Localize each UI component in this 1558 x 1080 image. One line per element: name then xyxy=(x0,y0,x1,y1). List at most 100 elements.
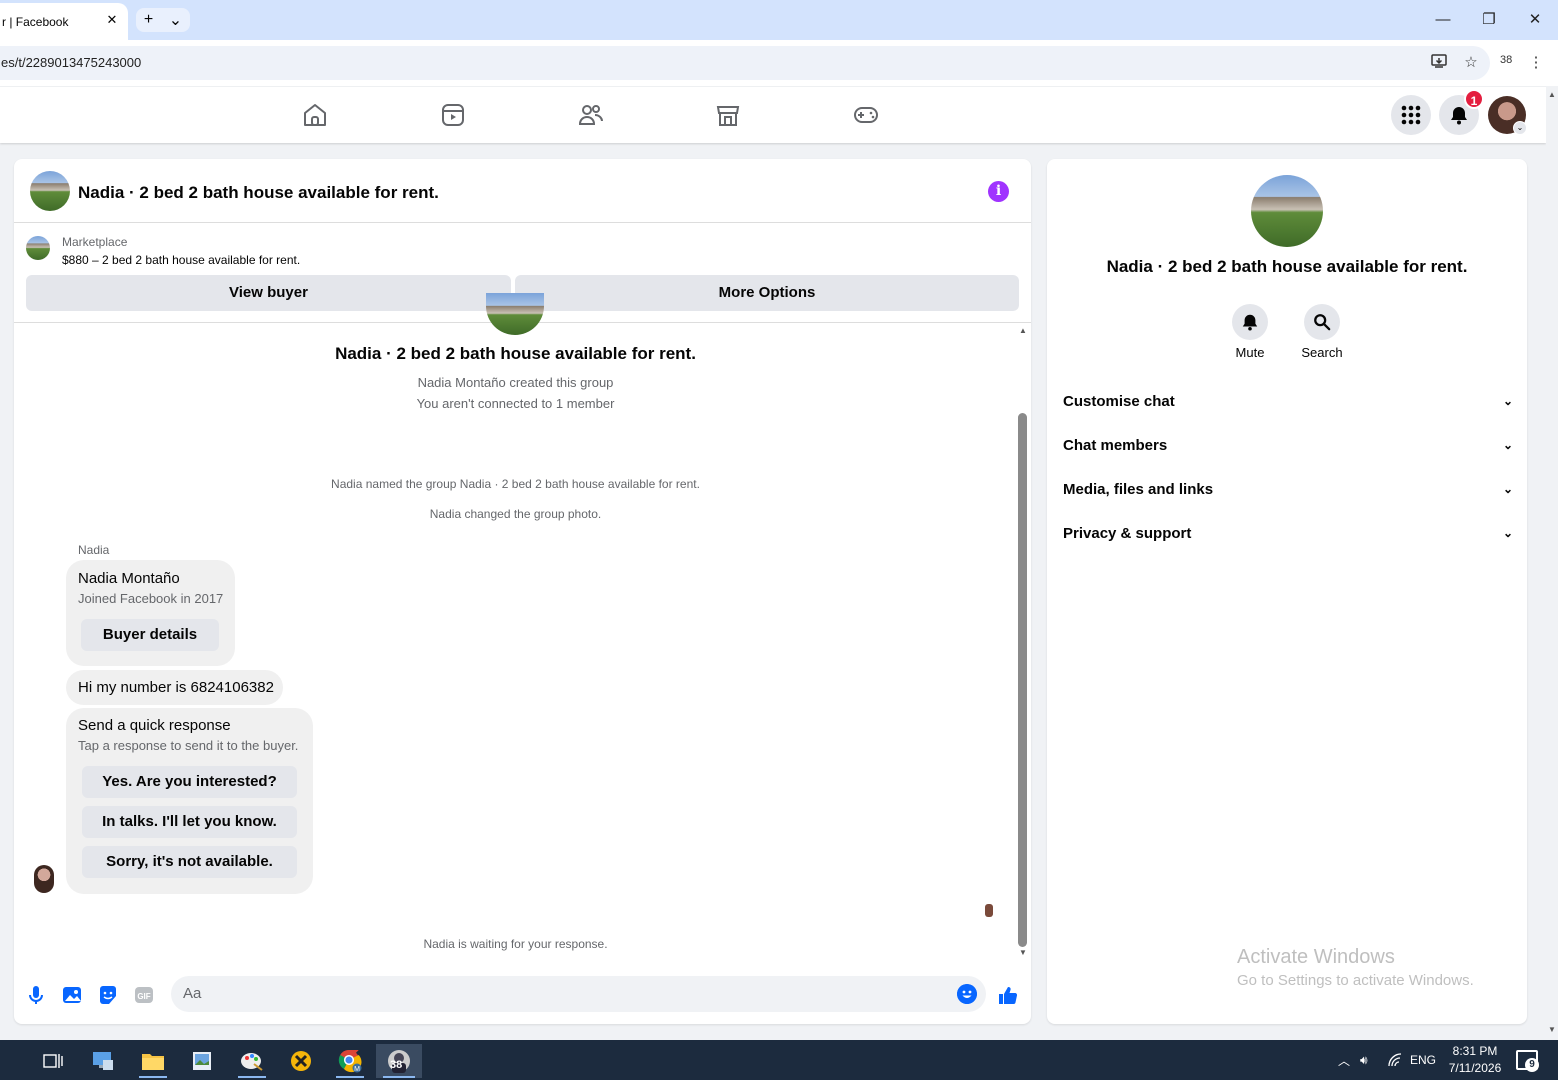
listing-thumbnail[interactable] xyxy=(26,236,50,260)
chat-details-panel: Nadia · 2 bed 2 bath house available for… xyxy=(1047,159,1527,1024)
new-tab-group: + ⌄ xyxy=(136,8,190,32)
clock-date: 7/11/2026 xyxy=(1448,1061,1502,1075)
gif-icon[interactable]: GIF xyxy=(133,984,155,1006)
friends-icon[interactable] xyxy=(577,101,605,129)
waiting-text: Nadia is waiting for your response. xyxy=(423,937,608,951)
bell-icon xyxy=(1451,107,1467,125)
chat-header: Nadia · 2 bed 2 bath house available for… xyxy=(14,159,1031,223)
tray-chevron-icon[interactable]: ︿ xyxy=(1338,1040,1350,1080)
install-app-icon[interactable] xyxy=(1428,52,1450,74)
language-indicator[interactable]: ENG xyxy=(1410,1040,1436,1080)
active-indicator xyxy=(238,1076,266,1078)
chrome-m-icon[interactable]: M xyxy=(330,1044,370,1078)
chevron-down-icon: ⌄ xyxy=(1502,394,1513,408)
chat-members-row[interactable]: Chat members ⌄ xyxy=(1063,427,1513,463)
like-icon[interactable] xyxy=(997,984,1019,1006)
quick-response-yes[interactable]: Yes. Are you interested? xyxy=(82,766,297,798)
tab-search-icon[interactable]: ⌄ xyxy=(169,10,182,30)
media-files-row[interactable]: Media, files and links ⌄ xyxy=(1063,471,1513,507)
clock[interactable]: 8:31 PM 7/11/2026 xyxy=(1440,1043,1510,1077)
chevron-down-icon: ⌄ xyxy=(1502,526,1513,540)
account-caret-icon[interactable]: ⌄ xyxy=(1513,121,1527,135)
menu-grid-button[interactable] xyxy=(1391,95,1431,135)
message-bubble[interactable]: Hi my number is 6824106382 xyxy=(66,670,283,705)
named-group-text: Nadia named the group Nadia · 2 bed 2 ba… xyxy=(331,477,700,491)
marketplace-label: Marketplace xyxy=(62,235,128,249)
chrome-window-count: 38 xyxy=(390,1059,403,1071)
mute-label: Mute xyxy=(1235,345,1265,360)
new-tab-button[interactable]: + xyxy=(144,11,153,29)
sticker-icon[interactable] xyxy=(97,984,119,1006)
browser-tab[interactable]: r | Facebook ✕ xyxy=(0,3,128,40)
emoji-icon[interactable] xyxy=(957,984,977,1004)
x-app-icon[interactable] xyxy=(281,1044,321,1078)
video-icon[interactable] xyxy=(439,101,467,129)
network-icon[interactable] xyxy=(1387,1040,1403,1080)
microphone-icon[interactable] xyxy=(25,984,47,1006)
quick-response-title: Send a quick response xyxy=(78,717,231,734)
photo-icon[interactable] xyxy=(61,984,83,1006)
search-button[interactable] xyxy=(1304,304,1340,340)
sender-name: Nadia xyxy=(78,543,110,557)
minimize-button[interactable]: — xyxy=(1431,8,1455,32)
browser-menu-icon[interactable]: ⋮ xyxy=(1525,52,1547,74)
listing-summary[interactable]: $880 – 2 bed 2 bath house available for … xyxy=(62,253,300,267)
quick-response-subtitle: Tap a response to send it to the buyer. xyxy=(78,738,299,753)
restore-button[interactable]: ❐ xyxy=(1477,8,1501,32)
extensions-count[interactable]: 38 xyxy=(1500,54,1512,66)
scroll-up-arrow-icon[interactable]: ▲ xyxy=(1548,90,1556,99)
close-window-button[interactable]: ✕ xyxy=(1523,8,1547,32)
page-scrollbar[interactable]: ▲ ▼ xyxy=(1546,87,1558,1040)
mute-button[interactable] xyxy=(1232,304,1268,340)
quick-response-not-available[interactable]: Sorry, it's not available. xyxy=(82,846,297,878)
chat-scroll-up-icon[interactable]: ▲ xyxy=(1019,326,1027,335)
details-group-avatar[interactable] xyxy=(1251,175,1323,247)
chevron-down-icon: ⌄ xyxy=(1502,482,1513,496)
search-label: Search xyxy=(1301,345,1343,360)
file-explorer-icon[interactable] xyxy=(133,1044,173,1078)
image-viewer-icon[interactable] xyxy=(182,1044,222,1078)
tab-title: r | Facebook xyxy=(2,14,69,29)
chat-members-label: Chat members xyxy=(1063,436,1168,454)
windows-taskbar: M 38 ︿ 🔊︎ ENG 8:31 PM 7/11/2026 xyxy=(0,1040,1558,1080)
url-field[interactable]: es/t/2289013475243000 xyxy=(0,46,1490,80)
grid-icon xyxy=(1401,105,1421,125)
details-title: Nadia · 2 bed 2 bath house available for… xyxy=(1106,257,1468,276)
scroll-down-arrow-icon[interactable]: ▼ xyxy=(1548,1025,1556,1034)
created-by-text: Nadia Montaño created this group xyxy=(417,375,614,390)
computer-app-icon[interactable] xyxy=(83,1044,123,1078)
privacy-support-label: Privacy & support xyxy=(1063,524,1192,542)
changed-photo-text: Nadia changed the group photo. xyxy=(429,507,602,521)
seen-indicator-avatar xyxy=(985,904,993,917)
customise-chat-row[interactable]: Customise chat ⌄ xyxy=(1063,383,1513,419)
chat-scroll-down-icon[interactable]: ▼ xyxy=(1019,948,1027,957)
svg-text:GIF: GIF xyxy=(137,992,150,1001)
paint-app-icon[interactable] xyxy=(232,1044,272,1078)
chat-scrollbar[interactable]: ▲ ▼ xyxy=(1015,323,1031,959)
customise-chat-label: Customise chat xyxy=(1063,392,1175,410)
chat-title[interactable]: Nadia · 2 bed 2 bath house available for… xyxy=(78,183,439,203)
sender-avatar[interactable] xyxy=(34,865,54,893)
info-icon[interactable]: i xyxy=(988,181,1009,202)
facebook-header xyxy=(0,87,1546,143)
task-view-icon[interactable] xyxy=(33,1044,73,1078)
profile-card: Nadia Montaño Joined Facebook in 2017 Bu… xyxy=(66,560,235,666)
activate-windows-subtitle: Go to Settings to activate Windows. xyxy=(1237,972,1474,989)
quick-response-in-talks[interactable]: In talks. I'll let you know. xyxy=(82,806,297,838)
tab-close-icon[interactable]: ✕ xyxy=(104,12,120,28)
chat-scroll-thumb[interactable] xyxy=(1018,413,1027,947)
chrome-active-icon[interactable]: 38 xyxy=(376,1044,422,1078)
view-buyer-button[interactable]: View buyer xyxy=(26,275,511,311)
group-avatar[interactable] xyxy=(30,171,70,211)
quick-response-card: Send a quick response Tap a response to … xyxy=(66,708,313,894)
privacy-support-row[interactable]: Privacy & support ⌄ xyxy=(1063,515,1513,551)
bookmark-star-icon[interactable]: ☆ xyxy=(1460,52,1482,74)
message-input[interactable]: Aa xyxy=(171,976,986,1012)
marketplace-icon[interactable] xyxy=(714,101,742,129)
more-options-button[interactable]: More Options xyxy=(515,275,1019,311)
home-icon[interactable] xyxy=(301,101,329,129)
buyer-details-button[interactable]: Buyer details xyxy=(81,619,219,651)
gaming-icon[interactable] xyxy=(852,101,880,129)
volume-icon[interactable]: 🔊︎ xyxy=(1360,1040,1368,1080)
chat-panel: Nadia · 2 bed 2 bath house available for… xyxy=(14,159,1031,1024)
